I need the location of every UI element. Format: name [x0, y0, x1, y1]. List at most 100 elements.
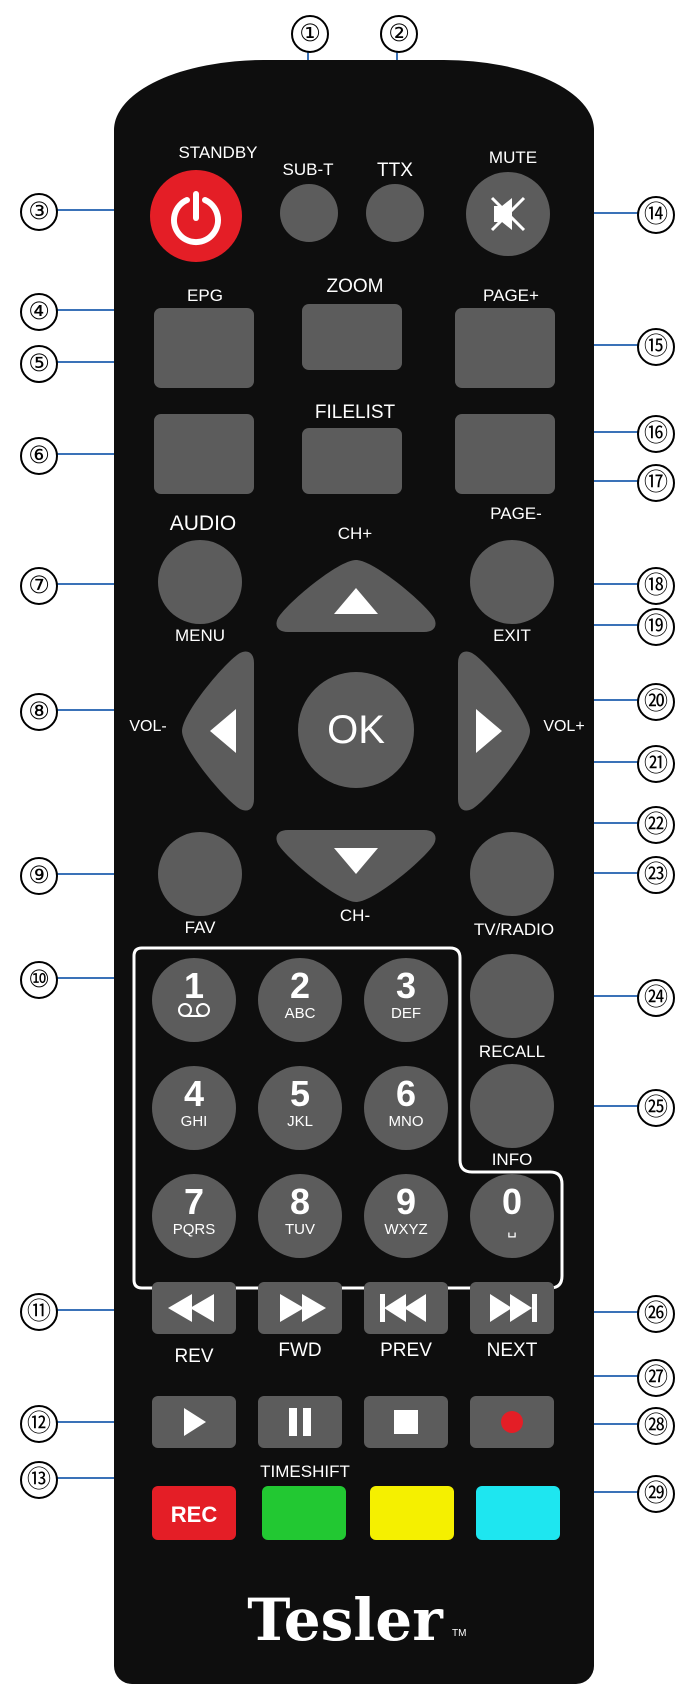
digit-5-letters: JKL [287, 1113, 313, 1130]
fast-forward-button[interactable] [258, 1282, 342, 1334]
digit-0-button[interactable]: 0 ␣ [470, 1174, 554, 1258]
digit-4-label: 4 [183, 1073, 205, 1114]
page-plus-label: PAGE+ [483, 286, 539, 305]
blank-right-button[interactable] [455, 414, 555, 494]
green-button[interactable] [262, 1486, 346, 1540]
info-button[interactable] [470, 1064, 554, 1148]
record-button[interactable] [470, 1396, 554, 1448]
callout-27: ㉗ [637, 1359, 675, 1397]
rev-label: REV [174, 1346, 214, 1367]
digit-3-button[interactable]: 3 DEF [364, 958, 448, 1042]
page-plus-button[interactable] [455, 308, 555, 388]
stop-icon [394, 1410, 418, 1434]
epg-label: EPG [187, 286, 223, 305]
epg-button[interactable] [154, 308, 254, 388]
stop-button[interactable] [364, 1396, 448, 1448]
ttx-label: TTX [377, 160, 413, 181]
timeshift-label: TIMESHIFT [260, 1462, 350, 1481]
yellow-button[interactable] [370, 1486, 454, 1540]
next-button[interactable] [470, 1282, 554, 1334]
recall-label: RECALL [478, 1042, 546, 1061]
callout-29: ㉙ [637, 1475, 675, 1513]
ok-label: OK [327, 708, 385, 752]
callout-11: ⑪ [20, 1293, 58, 1331]
digit-7-letters: PQRS [172, 1221, 216, 1238]
filelist-button[interactable] [302, 428, 402, 494]
digit-8-label: 8 [289, 1181, 311, 1222]
digit-6-letters: MNO [388, 1113, 424, 1130]
digit-3-label: 3 [395, 965, 417, 1006]
callout-22: ㉒ [637, 806, 675, 844]
blank-left-button[interactable] [154, 414, 254, 494]
fav-button[interactable] [158, 832, 242, 916]
sub-t-button[interactable] [280, 184, 338, 242]
play-button[interactable] [152, 1396, 236, 1448]
digit-9-button[interactable]: 9 WXYZ [364, 1174, 448, 1258]
callout-21: ㉑ [637, 745, 675, 783]
digit-3-letters: DEF [391, 1005, 421, 1022]
sub-t-label: SUB-T [282, 160, 334, 179]
rewind-button[interactable] [152, 1282, 236, 1334]
callout-15: ⑮ [637, 328, 675, 366]
mute-button[interactable] [466, 172, 550, 256]
ok-button[interactable]: OK [298, 672, 414, 788]
callout-7: ⑦ [20, 567, 58, 605]
ch-plus-label: CH+ [337, 524, 373, 543]
callout-25: ㉕ [637, 1089, 675, 1127]
callout-23: ㉓ [637, 856, 675, 894]
zoom-button[interactable] [302, 304, 402, 370]
callout-1: ① [291, 15, 329, 53]
rec-label: REC [170, 1502, 218, 1527]
digit-1-button[interactable]: 1 [152, 958, 236, 1042]
callout-10: ⑩ [20, 961, 58, 999]
digit-4-button[interactable]: 4 GHI [152, 1066, 236, 1150]
digit-9-letters: WXYZ [384, 1221, 428, 1238]
mute-icon [490, 196, 526, 232]
standby-label: STANDBY [178, 143, 258, 162]
callout-20: ⑳ [637, 683, 675, 721]
callout-9: ⑨ [20, 857, 58, 895]
filelist-label: FILELIST [314, 402, 396, 423]
digit-1-label: 1 [183, 965, 205, 1006]
callout-16: ⑯ [637, 415, 675, 453]
trademark-mark: TM [452, 1628, 467, 1639]
record-icon [501, 1411, 523, 1433]
callout-18: ⑱ [637, 567, 675, 605]
callout-4: ④ [20, 293, 58, 331]
digit-7-button[interactable]: 7 PQRS [152, 1174, 236, 1258]
next-label: NEXT [486, 1340, 538, 1361]
pause-button[interactable] [258, 1396, 342, 1448]
prev-button[interactable] [364, 1282, 448, 1334]
digit-2-label: 2 [289, 965, 311, 1006]
standby-button[interactable] [150, 170, 242, 262]
zoom-label: ZOOM [326, 276, 384, 297]
callout-19: ⑲ [637, 608, 675, 646]
digit-6-button[interactable]: 6 MNO [364, 1066, 448, 1150]
vol-plus-label: VOL+ [543, 718, 585, 735]
power-icon [171, 191, 221, 245]
callout-3: ③ [20, 193, 58, 231]
recall-button[interactable] [470, 954, 554, 1038]
audio-label: AUDIO [169, 512, 237, 535]
callout-12: ⑫ [20, 1405, 58, 1443]
callout-13: ⑬ [20, 1461, 58, 1499]
digit-8-letters: TUV [285, 1221, 315, 1238]
mute-label: MUTE [488, 148, 538, 167]
rec-button[interactable]: REC [152, 1486, 236, 1540]
tv-radio-button[interactable] [470, 832, 554, 916]
callout-5: ⑤ [20, 345, 58, 383]
digit-8-button[interactable]: 8 TUV [258, 1174, 342, 1258]
digit-7-label: 7 [183, 1181, 205, 1222]
voicemail-icon [152, 1002, 236, 1020]
digit-5-button[interactable]: 5 JKL [258, 1066, 342, 1150]
callout-8: ⑧ [20, 693, 58, 731]
ch-minus-label: CH- [339, 906, 371, 925]
digit-2-button[interactable]: 2 ABC [258, 958, 342, 1042]
cyan-button[interactable] [476, 1486, 560, 1540]
ttx-button[interactable] [366, 184, 424, 242]
fwd-label: FWD [278, 1340, 322, 1361]
callout-26: ㉖ [637, 1295, 675, 1333]
brand-logo: Tesler [247, 1586, 443, 1654]
vol-minus-label: VOL- [129, 718, 167, 735]
digit-9-label: 9 [395, 1181, 417, 1222]
